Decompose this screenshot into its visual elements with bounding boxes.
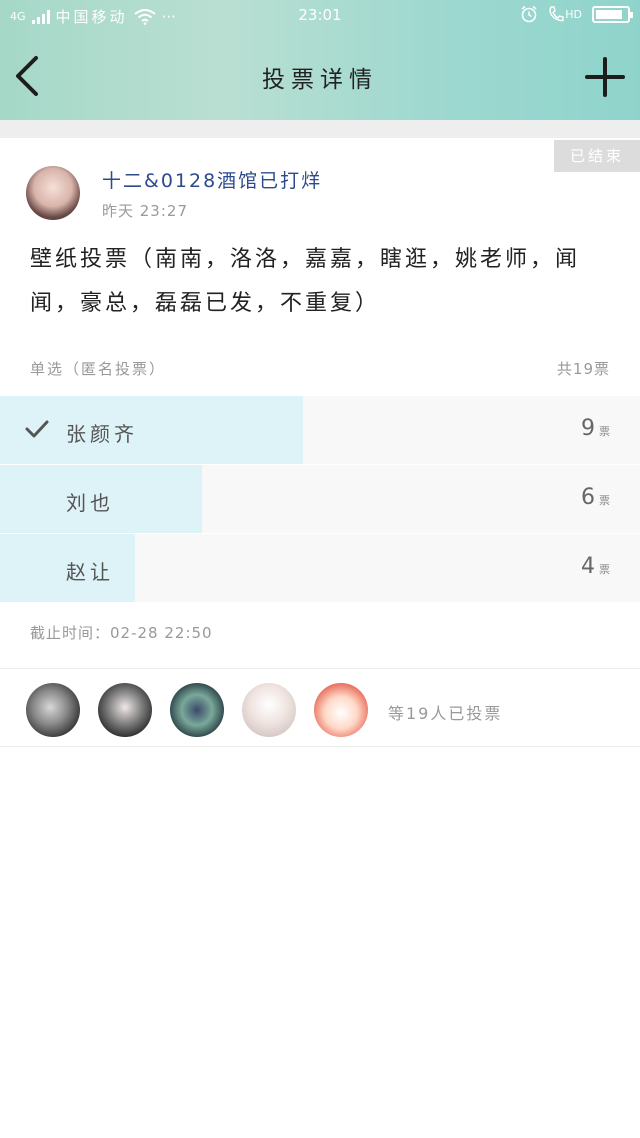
hd-label: HD [565, 7, 582, 21]
divider [0, 746, 640, 747]
vote-option[interactable]: 赵让 4票 [0, 534, 640, 603]
voter-avatar[interactable] [314, 683, 368, 737]
voter-avatar[interactable] [242, 683, 296, 737]
vote-option[interactable]: 刘也 6票 [0, 465, 640, 534]
vote-deadline: 截止时间：02-28 22:50 [30, 624, 213, 642]
ended-badge: 已结束 [554, 140, 640, 172]
voter-avatars[interactable] [26, 683, 368, 737]
option-count: 4票 [581, 554, 610, 579]
alarm-icon [521, 5, 537, 23]
vote-total: 共19票 [556, 360, 610, 378]
page-title: 投票详情 [262, 67, 378, 93]
option-name: 刘也 [66, 491, 114, 515]
hd-call-icon: HD [548, 5, 582, 23]
plus-icon [585, 57, 625, 97]
app-header: 4G 中国移动 ··· 23:01 HD 投票详情 [0, 0, 640, 120]
vote-option[interactable]: 张颜齐 9票 [0, 396, 640, 465]
option-count: 6票 [581, 485, 610, 510]
battery-icon [592, 5, 633, 23]
status-right: HD [520, 5, 633, 23]
voters-count[interactable]: 等19人已投票 [388, 700, 502, 724]
post-time: 昨天 23:27 [102, 202, 188, 220]
voter-avatar[interactable] [26, 683, 80, 737]
option-count-value: 6 [581, 485, 595, 510]
vote-question: 壁纸投票（南南，洛洛，嘉嘉，瞎逛，姚老师，闻闻，豪总，磊磊已发，不重复） [30, 247, 581, 316]
option-name: 赵让 [66, 560, 114, 584]
add-button[interactable] [584, 56, 626, 98]
author-name[interactable]: 十二&0128酒馆已打烊 [102, 166, 322, 193]
voter-avatar[interactable] [98, 683, 152, 737]
check-icon [25, 420, 49, 438]
option-count: 9票 [581, 416, 610, 441]
option-count-unit: 票 [599, 563, 610, 576]
vote-mode: 单选（匿名投票） [30, 360, 167, 378]
vote-options: 张颜齐 9票 刘也 6票 赵让 4票 [0, 396, 640, 603]
author-avatar[interactable] [26, 166, 80, 220]
option-count-unit: 票 [599, 494, 610, 507]
option-count-unit: 票 [599, 425, 610, 438]
status-bar: 4G 中国移动 ··· 23:01 HD [0, 0, 640, 32]
voter-avatar[interactable] [170, 683, 224, 737]
option-name: 张颜齐 [66, 422, 138, 446]
section-gap [0, 120, 640, 138]
option-count-value: 4 [581, 554, 595, 579]
option-count-value: 9 [581, 416, 595, 441]
divider [0, 668, 640, 669]
